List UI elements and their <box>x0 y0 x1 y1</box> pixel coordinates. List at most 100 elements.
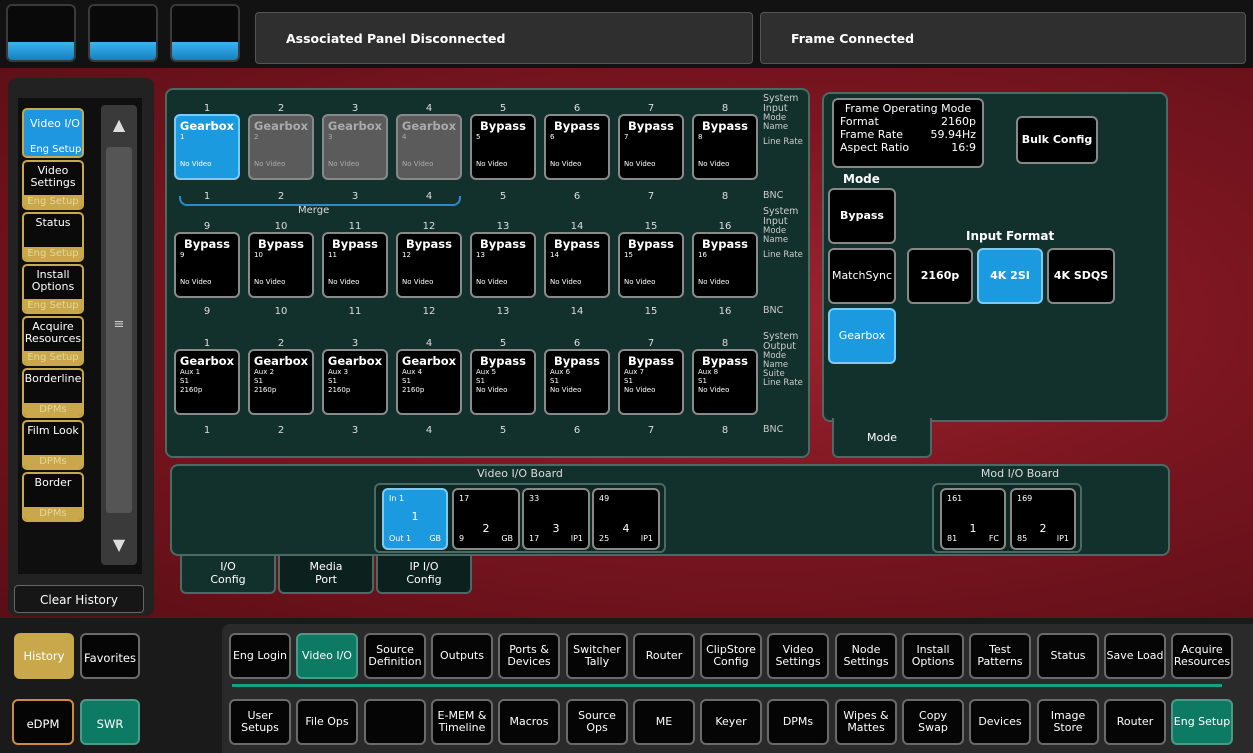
input-a-channel-button[interactable]: Bypass 7 No Video <box>618 114 684 180</box>
nav-button[interactable]: ClipStore Config <box>700 633 762 679</box>
output-channel-button[interactable]: Gearbox Aux 3 S1 2160p <box>322 349 388 415</box>
input-b-channel-button[interactable]: Bypass 14 No Video <box>544 232 610 298</box>
input-b-channel-button[interactable]: Bypass 12 No Video <box>396 232 462 298</box>
nav-button[interactable]: Image Store <box>1037 699 1099 745</box>
nav-button[interactable]: Status <box>1037 633 1099 679</box>
nav-button[interactable]: Acquire Resources <box>1171 633 1233 679</box>
channel-mode: Bypass <box>628 354 674 368</box>
output-channel-button[interactable]: Bypass Aux 8 S1 No Video <box>692 349 758 415</box>
output-channel-button[interactable]: Gearbox Aux 2 S1 2160p <box>248 349 314 415</box>
sidebar-item-4[interactable]: Acquire Resources Eng Setup <box>22 316 84 366</box>
output-channel-button[interactable]: Bypass Aux 6 S1 No Video <box>544 349 610 415</box>
nav-button[interactable]: Ports & Devices <box>498 633 560 679</box>
input-b-channel-button[interactable]: Bypass 15 No Video <box>618 232 684 298</box>
top-button-2[interactable] <box>88 4 158 62</box>
output-bnc-number: 6 <box>573 425 581 436</box>
scroll-up-icon[interactable]: ▲ <box>101 107 137 143</box>
video-board-slot[interactable]: 49 4 25 IP1 <box>592 488 660 550</box>
nav-button[interactable]: Install Options <box>902 633 964 679</box>
config-tab-0[interactable]: I/O Config <box>180 556 276 594</box>
nav-button[interactable]: Source Ops <box>566 699 628 745</box>
input-a-channel-button[interactable]: Gearbox 2 No Video <box>248 114 314 180</box>
bulk-config-button[interactable]: Bulk Config <box>1016 116 1098 164</box>
nav-button[interactable]: Router <box>1104 699 1166 745</box>
input-a-channel-button[interactable]: Bypass 6 No Video <box>544 114 610 180</box>
edpm-button[interactable]: eDPM <box>12 699 74 745</box>
scroll-down-icon[interactable]: ▼ <box>101 527 137 563</box>
nav-button[interactable]: Keyer <box>700 699 762 745</box>
nav-button[interactable]: Save Load <box>1104 633 1166 679</box>
channel-name: 15 <box>624 251 633 259</box>
input-b-channel-button[interactable]: Bypass 11 No Video <box>322 232 388 298</box>
config-tab-1[interactable]: Media Port <box>278 556 374 594</box>
channel-name: 16 <box>698 251 707 259</box>
mode-gearbox-button[interactable]: Gearbox <box>828 308 896 364</box>
mod-board-slot[interactable]: 161 1 81 FC <box>940 488 1006 550</box>
nav-button[interactable]: Devices <box>969 699 1031 745</box>
scroll-thumb[interactable]: ≡ <box>106 147 132 513</box>
nav-button[interactable]: Video I/O <box>296 633 358 679</box>
nav-button[interactable]: ME <box>633 699 695 745</box>
video-board-slot[interactable]: 33 3 17 IP1 <box>522 488 590 550</box>
sidebar-item-1[interactable]: Video Settings Eng Setup <box>22 160 84 210</box>
input-a-channel-button[interactable]: Bypass 8 No Video <box>692 114 758 180</box>
input-a-channel-button[interactable]: Gearbox 3 No Video <box>322 114 388 180</box>
nav-button[interactable] <box>364 699 426 745</box>
input-b-channel-button[interactable]: Bypass 10 No Video <box>248 232 314 298</box>
clear-history-button[interactable]: Clear History <box>14 585 144 613</box>
input-a-channel-button[interactable]: Gearbox 4 No Video <box>396 114 462 180</box>
nav-button[interactable]: Source Definition <box>364 633 426 679</box>
output-channel-button[interactable]: Bypass Aux 7 S1 No Video <box>618 349 684 415</box>
sidebar-item-6[interactable]: Film Look DPMs <box>22 420 84 470</box>
nav-button[interactable]: Node Settings <box>835 633 897 679</box>
output-channel-button[interactable]: Gearbox Aux 1 S1 2160p <box>174 349 240 415</box>
video-board-slot[interactable]: 17 2 9 GB <box>452 488 520 550</box>
favorites-tab[interactable]: Favorites <box>80 633 140 679</box>
nav-button[interactable]: DPMs <box>767 699 829 745</box>
swr-button[interactable]: SWR <box>80 699 140 745</box>
nav-button[interactable]: Test Patterns <box>969 633 1031 679</box>
nav-button[interactable]: Eng Setup <box>1171 699 1233 745</box>
top-button-3[interactable] <box>170 4 240 62</box>
nav-button[interactable]: User Setups <box>229 699 291 745</box>
history-scrollbar[interactable]: ▲ ≡ ▼ <box>101 105 137 565</box>
sidebar-item-3[interactable]: Install Options Eng Setup <box>22 264 84 314</box>
output-system-number: 4 <box>425 338 433 349</box>
nav-button[interactable]: Eng Login <box>229 633 291 679</box>
output-channel-button[interactable]: Bypass Aux 5 S1 No Video <box>470 349 536 415</box>
channel-name: 4 <box>402 133 407 141</box>
history-tab[interactable]: History <box>14 633 74 679</box>
nav-button[interactable]: Macros <box>498 699 560 745</box>
tab-mode[interactable]: Mode <box>832 418 932 458</box>
input-b-channel-button[interactable]: Bypass 13 No Video <box>470 232 536 298</box>
mode-matchsync-button[interactable]: MatchSync <box>828 248 896 304</box>
config-tab-2[interactable]: IP I/O Config <box>376 556 472 594</box>
input-a-channel-button[interactable]: Bypass 5 No Video <box>470 114 536 180</box>
format-2160p-button[interactable]: 2160p <box>907 248 973 304</box>
nav-button[interactable]: E-MEM & Timeline <box>431 699 493 745</box>
input-b-channel-button[interactable]: Bypass 16 No Video <box>692 232 758 298</box>
nav-button[interactable]: Router <box>633 633 695 679</box>
mode-bypass-button[interactable]: Bypass <box>828 188 896 244</box>
nav-button[interactable]: Switcher Tally <box>566 633 628 679</box>
mod-board-slot[interactable]: 169 2 85 IP1 <box>1010 488 1076 550</box>
format-4k-2si-button[interactable]: 4K 2SI <box>977 248 1043 304</box>
output-channel-button[interactable]: Gearbox Aux 4 S1 2160p <box>396 349 462 415</box>
sidebar-item-7[interactable]: Border DPMs <box>22 472 84 522</box>
input-a-channel-button[interactable]: Gearbox 1 No Video <box>174 114 240 180</box>
channel-name: 11 <box>328 251 337 259</box>
nav-button[interactable]: Outputs <box>431 633 493 679</box>
channel-line-rate: No Video <box>402 278 434 286</box>
nav-button[interactable]: Copy Swap <box>902 699 964 745</box>
video-board-slot[interactable]: In 1 1 Out 1 GB <box>382 488 448 550</box>
top-button-1[interactable] <box>6 4 76 62</box>
nav-button[interactable]: File Ops <box>296 699 358 745</box>
nav-button[interactable]: Wipes & Mattes <box>835 699 897 745</box>
nav-button[interactable]: Video Settings <box>767 633 829 679</box>
sidebar-item-0[interactable]: Video I/O Eng Setup <box>22 108 84 158</box>
input-b-channel-button[interactable]: Bypass 9 No Video <box>174 232 240 298</box>
format-4k-sdqs-button[interactable]: 4K SDQS <box>1047 248 1115 304</box>
sidebar-item-2[interactable]: Status Eng Setup <box>22 212 84 262</box>
panel-status: Associated Panel Disconnected <box>255 12 753 64</box>
sidebar-item-5[interactable]: Borderline DPMs <box>22 368 84 418</box>
